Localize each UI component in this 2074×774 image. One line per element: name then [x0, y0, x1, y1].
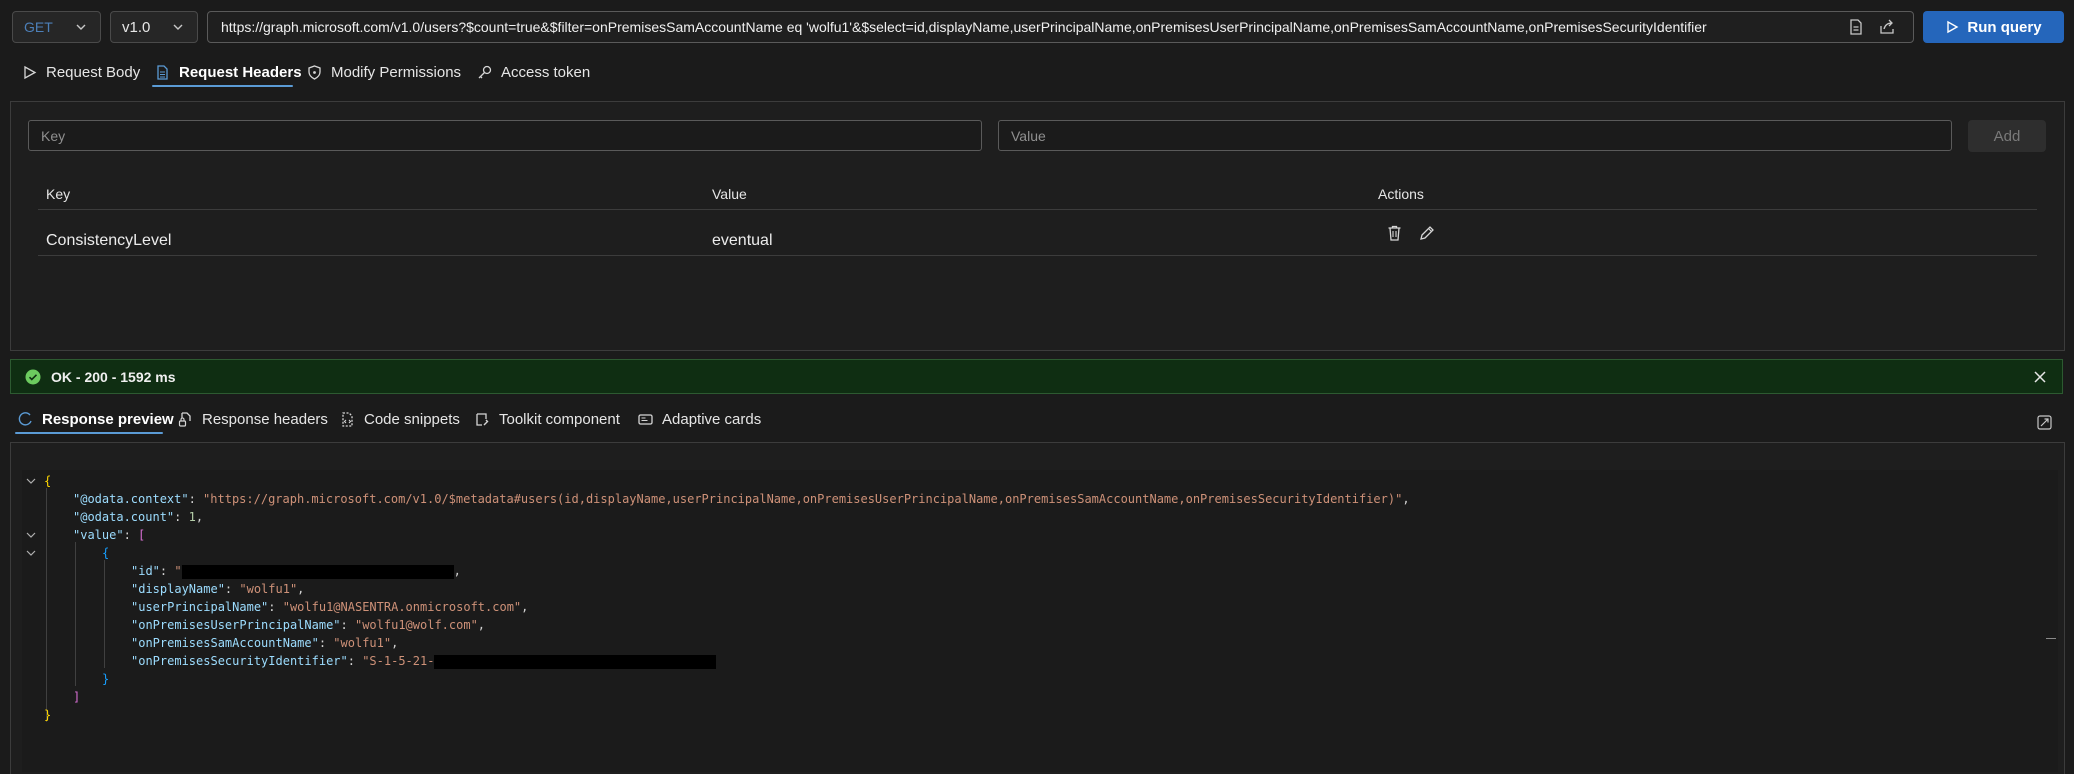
json-line: "userPrincipalName": "wolfu1@NASENTRA.on…: [131, 600, 529, 614]
tab-access-token[interactable]: Access token: [476, 58, 590, 86]
method-value: GET: [24, 19, 53, 35]
json-line: {: [102, 546, 110, 560]
column-header-value: Value: [712, 186, 747, 202]
header-row-value: eventual: [712, 232, 773, 249]
play-outline-icon: [24, 65, 37, 79]
minimap-marker: [2046, 638, 2056, 639]
card-icon: [638, 413, 653, 425]
code-document-icon: [342, 411, 353, 427]
tab-response-headers[interactable]: Response headers: [177, 405, 328, 433]
run-query-label: Run query: [1967, 18, 2042, 36]
fold-chevron-icon[interactable]: [25, 529, 37, 541]
column-header-actions: Actions: [1378, 186, 1424, 202]
method-select[interactable]: GET: [12, 11, 101, 43]
status-text: OK - 200 - 1592 ms: [51, 368, 176, 385]
status-bar: OK - 200 - 1592 ms: [10, 359, 2063, 394]
tab-label: Request Headers: [179, 63, 302, 81]
version-value: v1.0: [122, 18, 151, 36]
response-code-viewer: { "@odata.context": "https://graph.micro…: [22, 470, 2058, 772]
indent-guide: [75, 542, 76, 686]
add-header-button[interactable]: Add: [1968, 120, 2046, 152]
version-select[interactable]: v1.0: [110, 11, 198, 43]
tab-response-preview[interactable]: Response preview: [17, 405, 174, 433]
column-header-key: Key: [46, 186, 71, 202]
json-line: {: [44, 474, 52, 488]
json-line: "displayName": "wolfu1",: [131, 582, 305, 596]
chevron-down-icon: [76, 24, 86, 30]
header-row-key: ConsistencyLevel: [46, 232, 172, 249]
tab-toolkit-component[interactable]: Toolkit component: [474, 405, 620, 433]
active-tab-indicator: [15, 432, 163, 434]
tab-request-headers[interactable]: Request Headers: [154, 58, 302, 86]
preview-icon: [18, 411, 32, 426]
json-line: }: [102, 672, 110, 686]
json-line: "onPremisesSecurityIdentifier": "S-1-5-2…: [131, 652, 717, 670]
delete-icon[interactable]: [1386, 224, 1403, 242]
json-line: ]: [73, 690, 81, 704]
document-lock-icon: [178, 411, 191, 427]
header-value-input[interactable]: Value: [998, 120, 1952, 151]
key-placeholder: Key: [41, 127, 66, 144]
toolkit-icon: [476, 412, 489, 426]
tab-label: Access token: [501, 63, 591, 81]
table-divider: [38, 209, 2037, 210]
json-line: "id": ",: [131, 564, 461, 579]
json-line: "onPremisesUserPrincipalName": "wolfu1@w…: [131, 618, 486, 632]
add-label: Add: [1993, 127, 2021, 145]
fold-chevron-icon[interactable]: [25, 475, 37, 487]
chevron-down-icon: [173, 24, 183, 30]
tab-label: Modify Permissions: [331, 63, 462, 81]
json-line: }: [44, 708, 52, 722]
check-circle-icon: [25, 369, 41, 384]
tab-request-body[interactable]: Request Body: [21, 58, 140, 86]
header-key-input[interactable]: Key: [28, 120, 982, 151]
shield-icon: [308, 64, 321, 80]
document-icon[interactable]: [1847, 18, 1865, 36]
tab-code-snippets[interactable]: Code snippets: [339, 405, 460, 433]
redacted-id: [181, 564, 454, 579]
expand-icon[interactable]: [2036, 414, 2053, 431]
tab-adaptive-cards[interactable]: Adaptive cards: [637, 405, 761, 433]
tab-label: Toolkit component: [499, 410, 620, 428]
url-input[interactable]: https://graph.microsoft.com/v1.0/users?$…: [207, 11, 1914, 43]
run-query-button[interactable]: Run query: [1923, 11, 2064, 43]
share-icon[interactable]: [1878, 18, 1896, 36]
json-line: "@odata.count": 1,: [73, 510, 204, 524]
redacted-sid: [434, 654, 717, 669]
tab-label: Request Body: [46, 63, 141, 81]
active-tab-indicator: [152, 85, 293, 87]
play-icon: [1947, 20, 1959, 34]
edit-icon[interactable]: [1418, 224, 1435, 242]
tab-modify-permissions[interactable]: Modify Permissions: [306, 58, 461, 86]
json-line: "@odata.context": "https://graph.microso…: [73, 492, 1410, 506]
json-line: "onPremisesSamAccountName": "wolfu1",: [131, 636, 399, 650]
tab-label: Response headers: [202, 410, 328, 428]
document-icon: [157, 64, 168, 80]
json-line: "value": [: [73, 528, 146, 542]
tab-label: Code snippets: [364, 410, 460, 428]
value-placeholder: Value: [1011, 127, 1046, 144]
close-icon[interactable]: [2032, 369, 2048, 385]
indent-guide: [104, 560, 105, 668]
tab-label: Adaptive cards: [662, 410, 762, 428]
fold-chevron-icon[interactable]: [25, 547, 37, 559]
table-divider: [38, 255, 2037, 256]
tab-label: Response preview: [42, 410, 174, 428]
key-icon: [478, 65, 492, 78]
indent-guide: [46, 488, 47, 722]
url-value: https://graph.microsoft.com/v1.0/users?$…: [221, 19, 1707, 35]
